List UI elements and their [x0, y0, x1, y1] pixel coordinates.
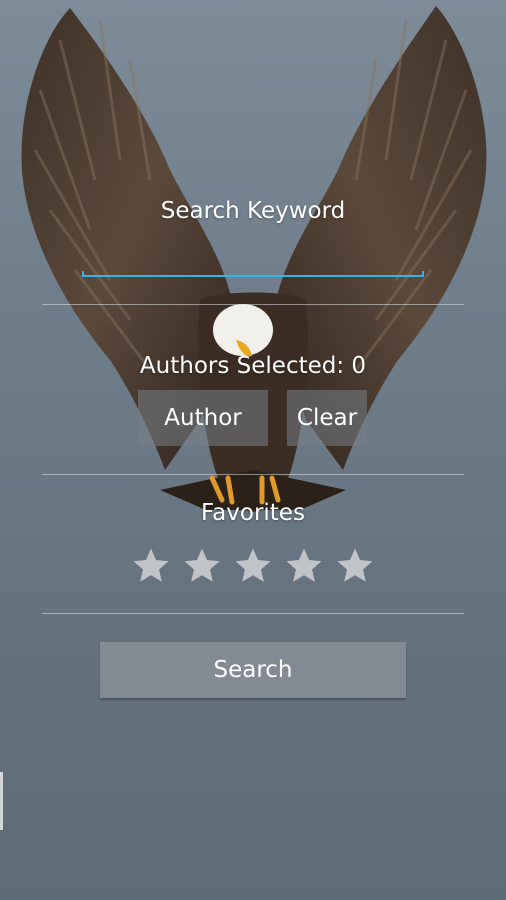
edge-scroll-indicator [0, 772, 3, 830]
search-input-underline [82, 271, 424, 277]
search-button[interactable]: Search [100, 642, 406, 698]
search-keyword-input[interactable] [82, 232, 424, 276]
favorites-rating-bar[interactable] [0, 545, 506, 587]
favorites-label: Favorites [201, 500, 305, 526]
star-2-icon[interactable] [181, 545, 223, 587]
search-keyword-label: Search Keyword [160, 198, 346, 224]
star-1-icon[interactable] [130, 545, 172, 587]
section-divider [42, 304, 464, 305]
star-4-icon[interactable] [283, 545, 325, 587]
section-divider [42, 613, 464, 614]
clear-button[interactable]: Clear [287, 390, 367, 446]
authors-selected-label: Authors Selected: 0 [139, 353, 367, 379]
star-3-icon[interactable] [232, 545, 274, 587]
star-5-icon[interactable] [334, 545, 376, 587]
section-divider [42, 474, 464, 475]
author-button[interactable]: Author [138, 390, 268, 446]
